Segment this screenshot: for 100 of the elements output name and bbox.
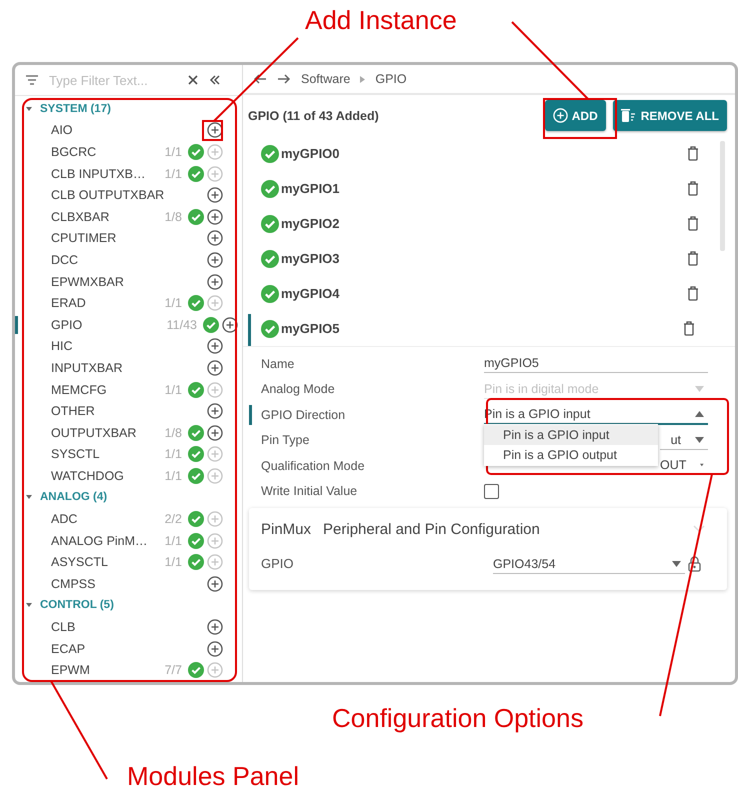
module-name: CLB OUTPUTXBAR <box>51 188 166 202</box>
expand-icon[interactable] <box>25 104 33 113</box>
add-icon[interactable] <box>222 316 238 333</box>
forward-icon[interactable] <box>277 73 291 85</box>
instance-item[interactable]: myGPIO0 <box>248 136 705 171</box>
add-icon[interactable] <box>207 274 223 290</box>
instance-item[interactable]: myGPIO3 <box>248 241 705 276</box>
module-item[interactable]: OTHER <box>15 400 242 422</box>
add-icon[interactable] <box>207 208 223 225</box>
instance-item[interactable]: myGPIO1 <box>248 171 705 206</box>
module-item[interactable]: DCC <box>15 249 242 271</box>
close-icon[interactable] <box>187 74 199 86</box>
module-item[interactable]: CLBXBAR 1/8 <box>15 206 242 228</box>
instance-item[interactable]: myGPIO5 <box>248 311 705 346</box>
select-field[interactable]: ut <box>660 430 708 450</box>
module-item[interactable]: EPWM 7/7 <box>15 659 242 682</box>
module-item[interactable]: ASYSCTL 1/1 <box>15 551 242 574</box>
chevron-icon[interactable] <box>693 525 705 533</box>
back-icon[interactable] <box>253 73 267 85</box>
instance-count: 1/1 <box>164 296 182 310</box>
module-name: AIO <box>51 123 74 138</box>
instance-item[interactable]: myGPIO4 <box>248 276 705 311</box>
lock-icon[interactable] <box>688 556 701 572</box>
category-label[interactable]: CONTROL (5) <box>40 599 114 612</box>
check-icon <box>261 320 279 338</box>
module-item[interactable]: MEMCFG 1/1 <box>15 378 242 400</box>
name-field[interactable]: myGPIO5 <box>484 354 708 374</box>
instance-count: 2/2 <box>164 512 182 526</box>
add-icon[interactable] <box>207 338 223 354</box>
module-item[interactable]: WATCHDOG 1/1 <box>15 465 242 487</box>
module-item[interactable]: EPWMXBAR <box>15 270 242 292</box>
menu-option[interactable]: Pin is a GPIO input <box>484 425 658 445</box>
add-icon[interactable] <box>207 403 223 420</box>
module-name: ERAD <box>51 296 87 310</box>
add-icon[interactable] <box>207 187 223 204</box>
module-item[interactable]: SYSCTL 1/1 <box>15 444 242 466</box>
module-item[interactable]: GPIO 11/43 <box>15 314 242 336</box>
annotation-label: Configuration Options <box>332 705 584 731</box>
add-button[interactable]: ADD <box>544 100 606 131</box>
instance-count: 1/1 <box>164 144 182 159</box>
module-item[interactable]: ANALOG PinM… 1/1 <box>15 530 242 552</box>
filter-icon[interactable] <box>25 74 39 86</box>
module-item[interactable]: CLB <box>15 616 242 638</box>
expand-icon[interactable] <box>25 601 33 610</box>
module-item[interactable]: ECAP <box>15 638 242 660</box>
instance-count: 1/1 <box>164 468 182 483</box>
module-name: OUTPUTXBAR <box>51 426 138 440</box>
module-name: EPWMXBAR <box>51 274 125 289</box>
add-icon[interactable] <box>207 619 223 636</box>
add-icon[interactable] <box>207 122 223 138</box>
module-item[interactable]: INPUTXBAR <box>15 357 242 379</box>
category-label[interactable]: ANALOG (4) <box>40 491 108 504</box>
add-icon[interactable] <box>207 424 223 441</box>
trash-icon[interactable] <box>687 216 699 231</box>
instance-item[interactable]: myGPIO2 <box>248 206 705 241</box>
module-item[interactable]: OUTPUTXBAR 1/8 <box>15 422 242 444</box>
field-label: Write Initial Value <box>260 483 358 500</box>
field-label: Pin Type <box>260 432 310 450</box>
add-icon[interactable] <box>207 360 223 376</box>
module-item[interactable]: CLB OUTPUTXBAR <box>15 184 242 206</box>
breadcrumb-link[interactable]: GPIO <box>375 72 407 86</box>
caret-icon <box>672 560 681 566</box>
trash-icon[interactable] <box>687 146 699 161</box>
expand-icon[interactable] <box>25 493 33 502</box>
collapse-icon[interactable] <box>209 74 221 86</box>
module-item[interactable]: ADC 2/2 <box>15 508 242 530</box>
select-field[interactable]: OUT <box>660 456 708 476</box>
field-label: Qualification Mode <box>260 458 366 475</box>
trash-icon[interactable] <box>687 286 699 301</box>
remove-all-button[interactable]: REMOVE ALL <box>612 100 727 131</box>
menu-option[interactable]: Pin is a GPIO output <box>484 445 658 465</box>
module-name: DCC <box>51 252 80 267</box>
trash-icon[interactable] <box>683 321 695 336</box>
caret-icon <box>695 386 704 392</box>
checkbox[interactable] <box>484 484 499 499</box>
instance-count: 1/8 <box>164 426 182 440</box>
add-icon[interactable] <box>207 230 223 246</box>
select-field[interactable]: GPIO43/54 <box>493 554 685 574</box>
module-item[interactable]: CMPSS <box>15 573 242 595</box>
check-icon <box>261 144 279 162</box>
trash-icon[interactable] <box>687 181 699 196</box>
instance-count: 1/1 <box>164 382 182 397</box>
module-name: ECAP <box>51 642 86 656</box>
module-item[interactable]: CLB INPUTXB… 1/1 <box>15 162 242 184</box>
field-label: Name <box>260 356 296 373</box>
module-item[interactable]: HIC <box>15 336 242 358</box>
add-icon[interactable] <box>207 576 223 592</box>
module-item[interactable]: CPUTIMER <box>15 228 242 250</box>
category-label[interactable]: SYSTEM (17) <box>40 102 111 115</box>
module-item[interactable]: AIO <box>15 120 242 142</box>
module-item[interactable]: BGCRC 1/1 <box>15 141 242 163</box>
instance-count: 1/1 <box>164 555 182 570</box>
add-icon[interactable] <box>207 252 223 268</box>
caret-icon <box>695 436 704 443</box>
trash-icon[interactable] <box>687 251 699 266</box>
scrollbar[interactable] <box>720 141 725 251</box>
breadcrumb-link[interactable]: Software <box>301 72 350 86</box>
add-icon[interactable] <box>207 640 223 657</box>
module-name: WATCHDOG <box>51 468 125 483</box>
module-item[interactable]: ERAD 1/1 <box>15 292 242 314</box>
